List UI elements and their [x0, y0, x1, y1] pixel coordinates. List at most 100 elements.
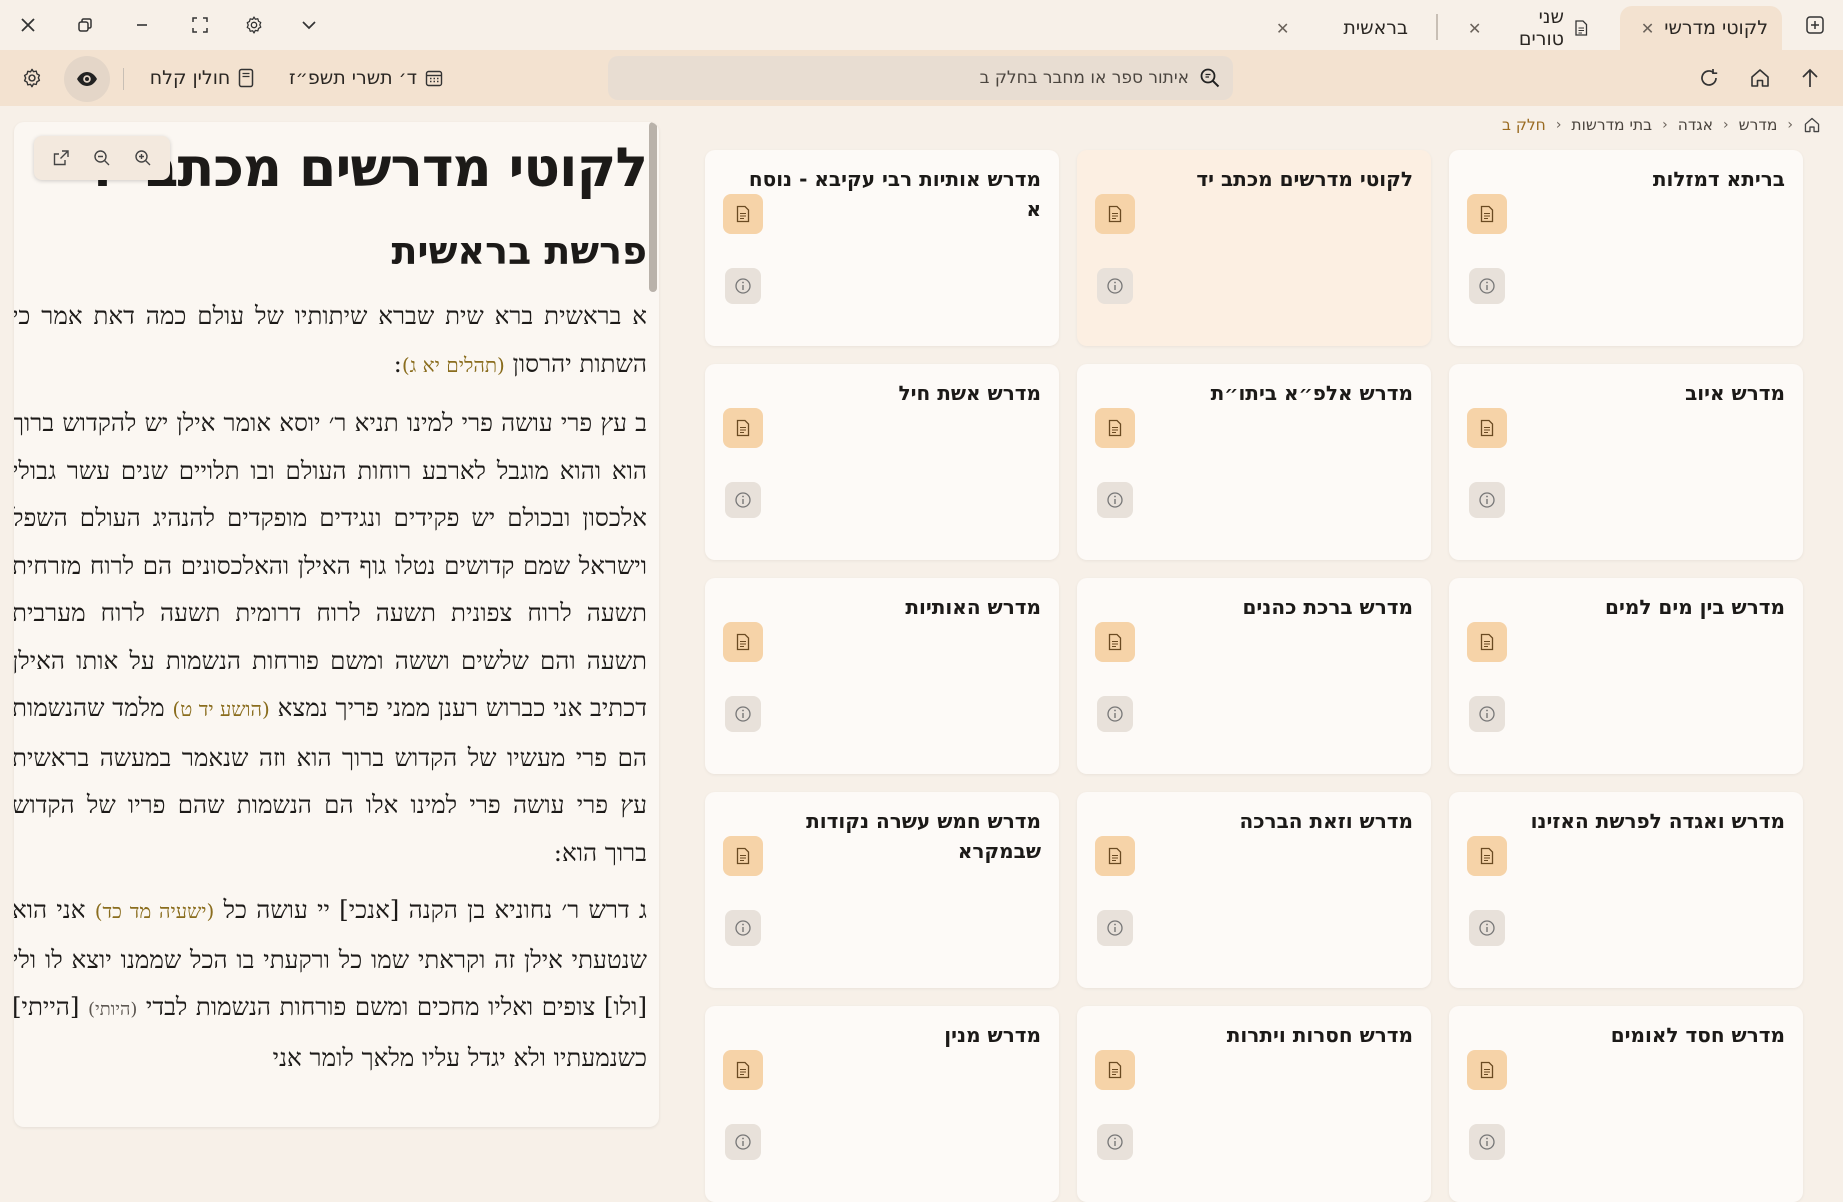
- open-book-button[interactable]: [1467, 1050, 1507, 1090]
- tab-shnei-turim[interactable]: שני טורים ✕: [1454, 6, 1602, 50]
- document-icon: [735, 1061, 751, 1079]
- book-card-title: מדרש איוב: [1685, 381, 1785, 405]
- open-external-button[interactable]: [46, 143, 76, 173]
- book-info-button[interactable]: [725, 482, 761, 518]
- open-book-button[interactable]: [1095, 1050, 1135, 1090]
- book-card-title: בריתא דמזלות: [1652, 167, 1785, 191]
- book-info-button[interactable]: [1097, 268, 1133, 304]
- toolbar-separator: [123, 68, 124, 90]
- gear-icon: [246, 16, 262, 34]
- book-card-title: מדרש ברכת כהנים: [1242, 595, 1413, 619]
- book-card[interactable]: מדרש אשת חיל: [705, 364, 1059, 560]
- book-info-button[interactable]: [1097, 1124, 1133, 1160]
- daf-yomi-button[interactable]: חולין קלח: [146, 60, 258, 96]
- book-info-button[interactable]: [1469, 482, 1505, 518]
- book-card[interactable]: מדרש בין מים למים: [1449, 578, 1803, 774]
- tab-likutei-midrashim[interactable]: לקוטי מדרשי ✕: [1620, 6, 1782, 50]
- reader-scrollbar[interactable]: [649, 122, 657, 292]
- book-info-button[interactable]: [725, 910, 761, 946]
- book-card[interactable]: מדרש איוב: [1449, 364, 1803, 560]
- book-info-button[interactable]: [725, 268, 761, 304]
- up-button[interactable]: [1790, 60, 1830, 96]
- book-info-button[interactable]: [1097, 482, 1133, 518]
- book-card[interactable]: מדרש וזאת הברכה: [1077, 792, 1431, 988]
- tab-bereshit[interactable]: בראשית ✕: [1276, 6, 1422, 50]
- verse-reference-link[interactable]: (תהלים יא ג): [402, 353, 505, 377]
- restore-window-button[interactable]: [67, 10, 103, 40]
- open-book-button[interactable]: [723, 622, 763, 662]
- home-button[interactable]: [1740, 60, 1780, 96]
- breadcrumb-item[interactable]: בתי מדרשות: [1571, 116, 1652, 134]
- book-card[interactable]: מדרש אותיות רבי עקיבא - נוסח א: [705, 150, 1059, 346]
- close-window-button[interactable]: [10, 10, 46, 40]
- book-card-title: מדרש חמש עשרה נקודות שבמקרא: [806, 809, 1041, 863]
- view-mode-toggle[interactable]: [64, 56, 110, 102]
- book-info-button[interactable]: [1469, 268, 1505, 304]
- refresh-button[interactable]: [1689, 60, 1729, 96]
- open-book-button[interactable]: [1467, 194, 1507, 234]
- tab-close-button[interactable]: ✕: [1641, 19, 1654, 38]
- open-book-button[interactable]: [1095, 194, 1135, 234]
- document-icon: [1479, 847, 1495, 865]
- reader-content[interactable]: לקוטי מדרשים מכתב יד פרשת בראשית א בראשי…: [14, 122, 647, 1127]
- open-book-button[interactable]: [723, 1050, 763, 1090]
- search-input[interactable]: [620, 68, 1199, 88]
- book-card[interactable]: מדרש חמש עשרה נקודות שבמקרא: [705, 792, 1059, 988]
- chapter-title: פרשת בראשית: [391, 229, 647, 273]
- breadcrumb-item[interactable]: מדרש: [1739, 116, 1778, 134]
- open-book-button[interactable]: [1095, 836, 1135, 876]
- open-book-button[interactable]: [1095, 622, 1135, 662]
- settings-button[interactable]: [12, 60, 52, 96]
- book-card-title: מדרש ואגדה לפרשת האזינו: [1530, 809, 1785, 833]
- settings-window-button[interactable]: [236, 10, 272, 40]
- book-card[interactable]: מדרש ברכת כהנים: [1077, 578, 1431, 774]
- hebrew-date-button[interactable]: ד׳ תשרי תשפ״ז: [288, 60, 444, 96]
- minimize-window-button[interactable]: [124, 10, 160, 40]
- zoom-in-button[interactable]: [128, 143, 158, 173]
- book-info-button[interactable]: [725, 696, 761, 732]
- fullscreen-button[interactable]: [182, 10, 218, 40]
- breadcrumb-item[interactable]: אגדה: [1678, 116, 1713, 134]
- new-tab-button[interactable]: [1798, 10, 1832, 40]
- document-icon: [735, 847, 751, 865]
- open-book-button[interactable]: [723, 836, 763, 876]
- book-card[interactable]: לקוטי מדרשים מכתב יד: [1077, 150, 1431, 346]
- verse-reference-link[interactable]: (ישעיה מד כד): [95, 899, 215, 923]
- open-book-button[interactable]: [723, 194, 763, 234]
- book-info-button[interactable]: [1469, 696, 1505, 732]
- open-book-button[interactable]: [1467, 408, 1507, 448]
- book-card[interactable]: מדרש מנין: [705, 1006, 1059, 1202]
- paragraph: א בראשית ברא שית שברא שיתותיו של עולם כמ…: [14, 301, 647, 378]
- book-info-button[interactable]: [1469, 910, 1505, 946]
- zoom-out-button[interactable]: [87, 143, 117, 173]
- book-card-title: מדרש האותיות: [905, 595, 1041, 619]
- book-info-button[interactable]: [1097, 910, 1133, 946]
- tabs-dropdown-button[interactable]: [291, 10, 327, 40]
- book-info-button[interactable]: [1097, 696, 1133, 732]
- document-icon: [735, 633, 751, 651]
- open-book-button[interactable]: [1095, 408, 1135, 448]
- hebrew-date-label: ד׳ תשרי תשפ״ז: [289, 67, 417, 89]
- book-info-button[interactable]: [1469, 1124, 1505, 1160]
- tab-close-button[interactable]: ✕: [1276, 19, 1289, 38]
- breadcrumb-current: חלק ב: [1501, 116, 1546, 134]
- book-card[interactable]: בריתא דמזלות: [1449, 150, 1803, 346]
- home-icon: [1804, 117, 1820, 133]
- open-book-button[interactable]: [1467, 622, 1507, 662]
- book-card[interactable]: מדרש האותיות: [705, 578, 1059, 774]
- document-icon: [1479, 633, 1495, 651]
- book-card[interactable]: מדרש ואגדה לפרשת האזינו: [1449, 792, 1803, 988]
- book-card[interactable]: מדרש חסרות ויתרות: [1077, 1006, 1431, 1202]
- open-book-button[interactable]: [1467, 836, 1507, 876]
- book-info-button[interactable]: [725, 1124, 761, 1160]
- open-book-button[interactable]: [723, 408, 763, 448]
- book-card[interactable]: מדרש חסד לאומים: [1449, 1006, 1803, 1202]
- tab-bar: לקוטי מדרשי ✕ שני טורים ✕ בראשית ✕: [0, 0, 1843, 50]
- document-icon: [1479, 419, 1495, 437]
- breadcrumb-home-button[interactable]: [1803, 116, 1821, 134]
- verse-reference-link[interactable]: (הושע יד ט): [172, 697, 269, 721]
- book-card[interactable]: מדרש אלפ״א ביתו״ת: [1077, 364, 1431, 560]
- chevron-down-icon: [302, 21, 316, 30]
- info-icon: [1478, 491, 1496, 509]
- tab-close-button[interactable]: ✕: [1468, 19, 1481, 38]
